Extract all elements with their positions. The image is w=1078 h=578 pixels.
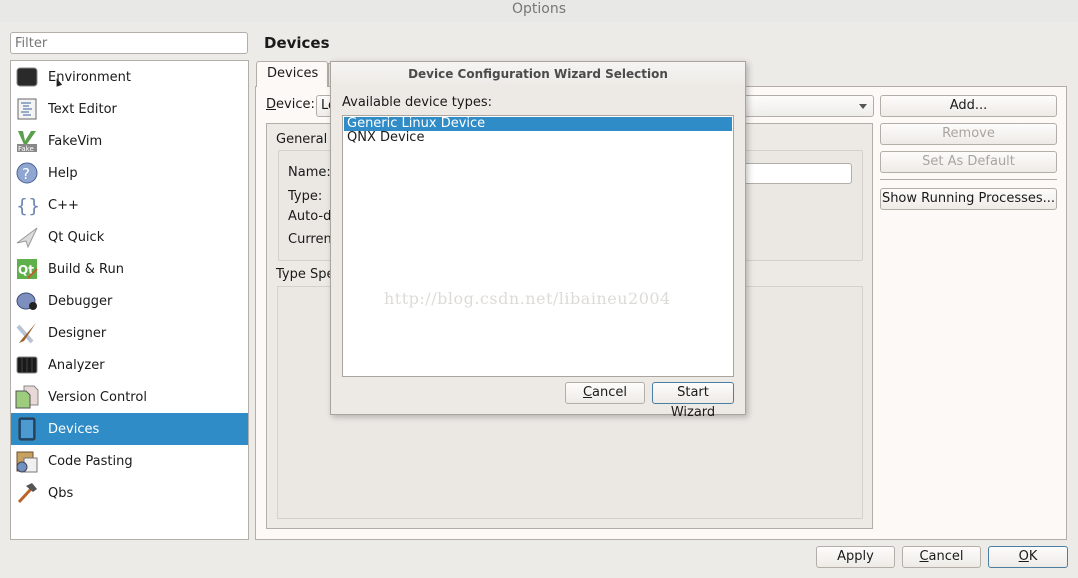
sidebar-item-debugger[interactable]: Debugger <box>11 285 248 317</box>
auto-detected-label: Auto-d <box>288 209 332 224</box>
sidebar-item-code-pasting[interactable]: Code Pasting <box>11 445 248 477</box>
current-state-label: Curren <box>288 232 332 247</box>
sidebar-item-label: Help <box>48 165 78 181</box>
type-label: Type: <box>288 189 323 204</box>
general-label: General <box>276 132 328 147</box>
svg-text:Fake: Fake <box>18 145 34 153</box>
sidebar-item-text-editor[interactable]: Text Editor <box>11 93 248 125</box>
device-label: Device: <box>266 97 315 112</box>
list-item-qnx[interactable]: QNX Device <box>344 131 732 145</box>
sidebar-item-analyzer[interactable]: Analyzer <box>11 349 248 381</box>
bug-icon <box>15 289 39 313</box>
device-types-list[interactable]: Generic Linux Device QNX Device <box>342 115 734 377</box>
type-specific-label: Type Spe <box>276 267 335 282</box>
start-wizard-button[interactable]: Start Wizard <box>652 382 734 420</box>
version-control-icon <box>15 385 39 409</box>
watermark-text: http://blog.csdn.net/libaineu2004 <box>384 289 671 308</box>
sidebar-item-label: Version Control <box>48 389 147 405</box>
sidebar-item-label: Devices <box>48 421 100 437</box>
sidebar-item-designer[interactable]: Designer <box>11 317 248 349</box>
window-title: Options <box>0 0 1078 22</box>
dialog-title: Device Configuration Wizard Selection <box>331 62 745 86</box>
sidebar-item-label: Analyzer <box>48 357 105 373</box>
code-pasting-icon <box>15 449 39 473</box>
add-button[interactable]: Add... <box>880 95 1057 117</box>
svg-text:?: ? <box>22 165 30 183</box>
available-types-label: Available device types: <box>342 95 493 110</box>
sidebar-item-label: FakeVim <box>48 133 103 149</box>
divider <box>880 179 1057 180</box>
sidebar-item-devices[interactable]: Devices <box>11 413 248 445</box>
fakevim-icon: Fake <box>15 129 39 153</box>
sidebar-item-environment[interactable]: Environment <box>11 61 248 93</box>
sidebar-item-build-run[interactable]: Qt Build & Run <box>11 253 248 285</box>
sidebar-item-version-control[interactable]: Version Control <box>11 381 248 413</box>
wizard-selection-dialog: Device Configuration Wizard Selection Av… <box>330 61 746 420</box>
environment-icon <box>15 65 39 89</box>
sidebar-item-label: Designer <box>48 325 107 341</box>
device-icon <box>15 417 39 441</box>
text-editor-icon <box>15 97 39 121</box>
dialog-cancel-button[interactable]: Cancel <box>565 382 645 404</box>
cancel-button[interactable]: Cancel <box>902 546 981 568</box>
analyzer-icon <box>15 353 39 377</box>
show-running-processes-button[interactable]: Show Running Processes... <box>880 188 1057 210</box>
svg-text:{}: {} <box>16 195 38 216</box>
cpp-braces-icon: {} <box>15 193 39 217</box>
tab-devices[interactable]: Devices <box>256 61 328 87</box>
sidebar-item-label: Debugger <box>48 293 113 309</box>
paper-plane-icon <box>15 225 39 249</box>
qt-build-icon: Qt <box>15 257 39 281</box>
category-list[interactable]: Environment Text Editor Fake FakeVim ? H… <box>10 60 249 540</box>
ok-button[interactable]: OK <box>988 546 1068 568</box>
sidebar-item-help[interactable]: ? Help <box>11 157 248 189</box>
help-icon: ? <box>15 161 39 185</box>
sidebar-item-label: Qt Quick <box>48 229 105 245</box>
sidebar-item-qbs[interactable]: Qbs <box>11 477 248 509</box>
sidebar-item-label: Code Pasting <box>48 453 133 469</box>
page-title: Devices <box>264 34 330 52</box>
sidebar-item-qt-quick[interactable]: Qt Quick <box>11 221 248 253</box>
designer-brush-icon <box>15 321 39 345</box>
remove-button[interactable]: Remove <box>880 123 1057 145</box>
sidebar-item-cpp[interactable]: {} C++ <box>11 189 248 221</box>
hammer-icon <box>15 481 39 505</box>
sidebar-item-label: C++ <box>48 197 79 213</box>
sidebar-item-label: Qbs <box>48 485 74 501</box>
apply-button[interactable]: Apply <box>816 546 895 568</box>
sidebar-item-label: Build & Run <box>48 261 124 277</box>
list-item-generic-linux[interactable]: Generic Linux Device <box>344 117 732 131</box>
chevron-down-icon <box>859 104 867 109</box>
set-default-button[interactable]: Set As Default <box>880 151 1057 173</box>
filter-input[interactable] <box>10 32 248 54</box>
name-label: Name: <box>288 165 331 180</box>
sidebar-item-label: Text Editor <box>48 101 117 117</box>
sidebar-item-fakevim[interactable]: Fake FakeVim <box>11 125 248 157</box>
